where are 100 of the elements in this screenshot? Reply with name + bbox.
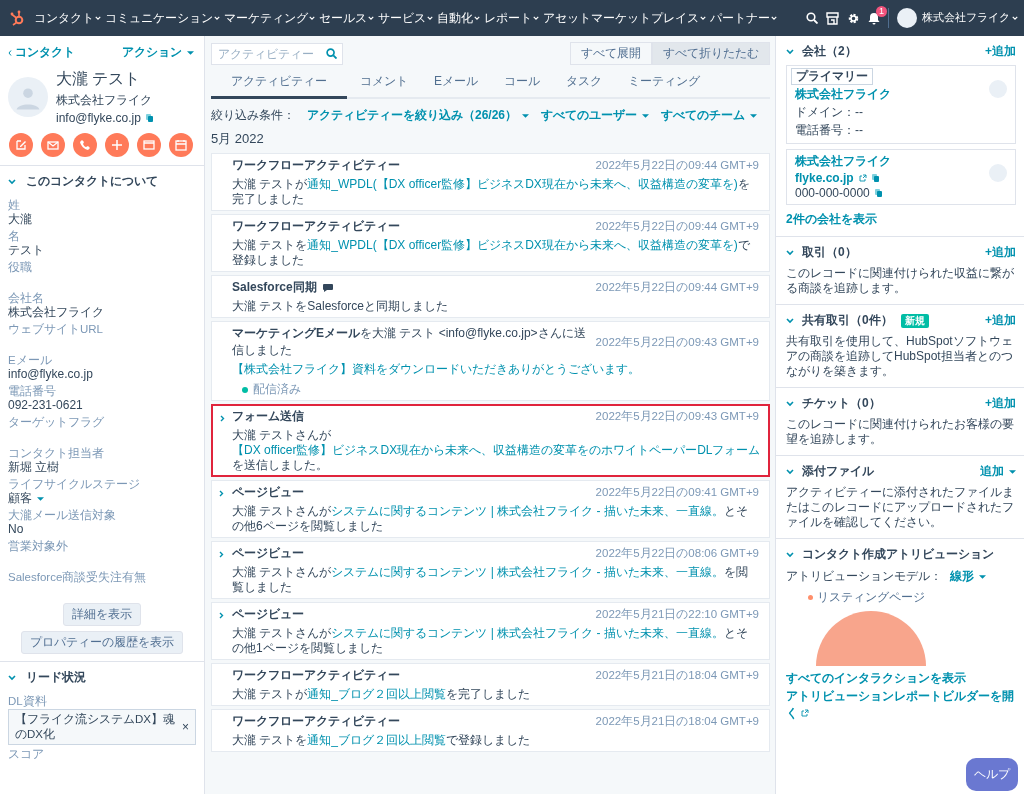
- activity-link[interactable]: 通知_WPDL(【DX officer監修】ビジネスDX現在から未来へ、収益構造の変革を): [307, 238, 738, 252]
- filter-dropdown[interactable]: アクティビティーを絞り込み（26/26）: [307, 107, 530, 124]
- company-detail: ドメイン：--: [795, 104, 863, 121]
- chevron-right-icon[interactable]: [219, 551, 224, 558]
- field-label: スコア: [8, 747, 45, 761]
- chevron-right-icon[interactable]: [220, 415, 225, 422]
- chevron-down-icon[interactable]: [786, 468, 794, 475]
- filter-dropdown[interactable]: すべてのチーム: [661, 107, 758, 124]
- note-button[interactable]: [9, 133, 33, 157]
- field-label: 電話番号: [8, 384, 57, 398]
- property-button[interactable]: 詳細を表示: [63, 603, 141, 626]
- add-button[interactable]: +追加: [985, 312, 1016, 329]
- activity-link[interactable]: 通知_ブログ２回以上閲覧: [307, 733, 447, 747]
- call-button[interactable]: [73, 133, 97, 157]
- actions-dropdown[interactable]: アクション: [122, 44, 194, 61]
- field-label: DL資料: [8, 694, 48, 708]
- tab[interactable]: アクティビティー: [211, 69, 347, 99]
- avatar-placeholder[interactable]: [897, 8, 917, 28]
- activity-link[interactable]: 通知_WPDL(【DX officer監修】ビジネスDX現在から未来へ、収益構造の変革を): [307, 177, 738, 191]
- view-companies-link[interactable]: 2件の会社を表示: [786, 212, 877, 226]
- caret-icon: [533, 16, 539, 20]
- add-button[interactable]: +追加: [985, 244, 1016, 261]
- marketplace-icon[interactable]: [826, 11, 839, 25]
- nav-menu[interactable]: コミュニケーション: [103, 9, 222, 27]
- add-button[interactable]: +追加: [985, 43, 1016, 60]
- tab[interactable]: Eメール: [421, 69, 491, 99]
- chevron-down-icon[interactable]: [786, 317, 794, 324]
- tab[interactable]: コメント: [347, 69, 421, 99]
- chevron-right-icon[interactable]: [219, 490, 224, 497]
- company-name-link[interactable]: 株式会社フライク: [795, 87, 891, 101]
- caret-icon: [1012, 16, 1018, 20]
- chevron-down-icon[interactable]: [8, 674, 16, 681]
- nav-menu[interactable]: パートナー: [708, 9, 779, 27]
- remove-tag-button[interactable]: ×: [182, 720, 189, 734]
- chevron-down-icon[interactable]: [786, 400, 794, 407]
- activity-link[interactable]: 通知_ブログ２回以上閲覧: [307, 687, 447, 701]
- nav-menu[interactable]: 自動化: [435, 9, 482, 27]
- caret-icon: [309, 16, 315, 20]
- chevron-down-icon[interactable]: [786, 48, 794, 55]
- avatar-placeholder: [8, 77, 48, 117]
- settings-icon[interactable]: [847, 11, 860, 25]
- caret-icon: [95, 16, 101, 20]
- field-label: 大瀧メール送信対象: [8, 508, 117, 522]
- new-badge: 新規: [900, 313, 929, 328]
- external-link-icon[interactable]: [801, 709, 809, 717]
- copy-icon[interactable]: [145, 114, 153, 122]
- envelope-icon: [47, 139, 59, 151]
- field-label: 名: [8, 229, 21, 243]
- nav-menu[interactable]: レポート: [482, 9, 541, 27]
- add-dropdown[interactable]: 追加: [980, 463, 1016, 480]
- caret-icon: [522, 113, 530, 118]
- chevron-down-icon[interactable]: [786, 249, 794, 256]
- add-button[interactable]: [105, 133, 129, 157]
- lifecycle-dropdown[interactable]: 顧客: [8, 491, 44, 506]
- tab[interactable]: タスク: [553, 69, 615, 99]
- toggle-button[interactable]: すべて展開: [570, 42, 652, 65]
- property-button[interactable]: プロパティーの履歴を表示: [21, 631, 183, 654]
- back-link[interactable]: コンタクト: [8, 44, 75, 61]
- tab[interactable]: ミーティング: [615, 69, 713, 99]
- nav-menu[interactable]: セールス: [317, 9, 376, 27]
- tab[interactable]: コール: [491, 69, 553, 99]
- sprocket-logo-icon[interactable]: [10, 10, 26, 26]
- add-button[interactable]: +追加: [985, 395, 1016, 412]
- activity-title: ワークフローアクティビティー: [232, 667, 400, 684]
- nav-menu[interactable]: アセットマーケットプレイス: [541, 9, 708, 27]
- caret-icon: [1009, 469, 1016, 474]
- chevron-right-icon[interactable]: [219, 612, 224, 619]
- attribution-link[interactable]: アトリビューションレポートビルダーを開く: [786, 688, 1016, 722]
- attribution-link[interactable]: すべてのインタラクションを表示: [786, 670, 1016, 687]
- help-button[interactable]: ヘルプ: [966, 758, 1018, 791]
- activity-link[interactable]: 【株式会社フライク】資料をダウンロードいただきありがとうございます。: [232, 362, 640, 376]
- activity-link[interactable]: 【DX officer監修】ビジネスDX現在から未来へ、収益構造の変革をのホワイトペーパーDLフォーム: [232, 443, 761, 457]
- log-button[interactable]: [137, 133, 161, 157]
- domain-link[interactable]: flyke.co.jp: [795, 171, 854, 185]
- nav-menu[interactable]: サービス: [376, 9, 435, 27]
- meeting-button[interactable]: [169, 133, 193, 157]
- activity-timestamp: 2022年5月22日の09:44 GMT+9: [595, 158, 759, 173]
- activity-timestamp: 2022年5月22日の09:43 GMT+9: [595, 409, 759, 424]
- activity-link[interactable]: システムに関するコンテンツ | 株式会社フライク - 描いた未来、一直線。: [331, 626, 724, 640]
- activity-description: 大瀧 テストさんがシステムに関するコンテンツ | 株式会社フライク - 描いた未来、一直線。を閲覧しました: [232, 565, 749, 595]
- search-icon[interactable]: [806, 12, 818, 24]
- activity-link[interactable]: システムに関するコンテンツ | 株式会社フライク - 描いた未来、一直線。: [331, 565, 724, 579]
- activity-link[interactable]: システムに関するコンテンツ | 株式会社フライク - 描いた未来、一直線。: [331, 504, 724, 518]
- search-field[interactable]: アクティビティー: [211, 42, 343, 65]
- contact-name: 大瀧 テスト: [56, 69, 142, 89]
- nav-menu[interactable]: マーケティング: [222, 9, 317, 27]
- section-title: 添付ファイル: [802, 463, 874, 480]
- filter-dropdown[interactable]: すべてのユーザー: [541, 107, 650, 124]
- activity-description: 大瀧 テストをSalesforceと同期しました: [232, 299, 450, 314]
- bell-icon[interactable]: [868, 11, 880, 25]
- company-name-link[interactable]: 株式会社フライク: [795, 154, 891, 168]
- model-dropdown[interactable]: 線形: [950, 568, 986, 585]
- activity-description: 大瀧 テストを通知_ブログ２回以上閲覧で登録しました: [232, 733, 532, 748]
- account-menu[interactable]: 株式会社フライク: [922, 11, 1018, 25]
- toggle-button[interactable]: すべて折りたたむ: [652, 42, 770, 65]
- chevron-down-icon[interactable]: [786, 551, 794, 558]
- external-link-icon[interactable]: [858, 174, 867, 182]
- email-button[interactable]: [41, 133, 65, 157]
- chevron-down-icon[interactable]: [8, 178, 16, 185]
- nav-menu[interactable]: コンタクト: [32, 9, 103, 27]
